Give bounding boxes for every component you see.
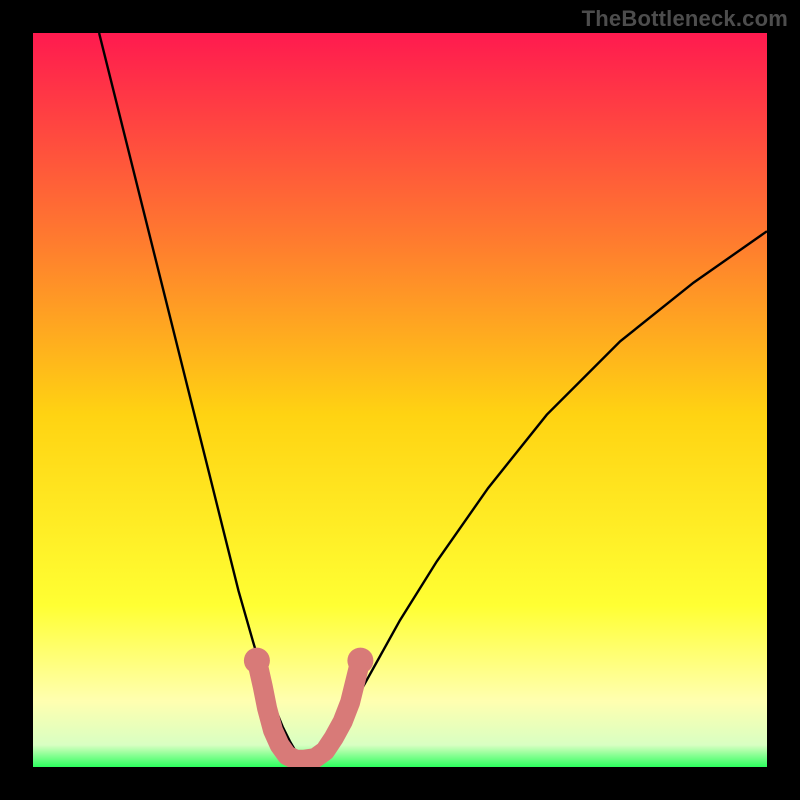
plot-svg [33, 33, 767, 767]
marker-endpoint [347, 648, 373, 674]
gradient-background [33, 33, 767, 767]
watermark-text: TheBottleneck.com [582, 6, 788, 32]
marker-endpoint [244, 648, 270, 674]
plot-area [33, 33, 767, 767]
chart-frame: TheBottleneck.com [0, 0, 800, 800]
